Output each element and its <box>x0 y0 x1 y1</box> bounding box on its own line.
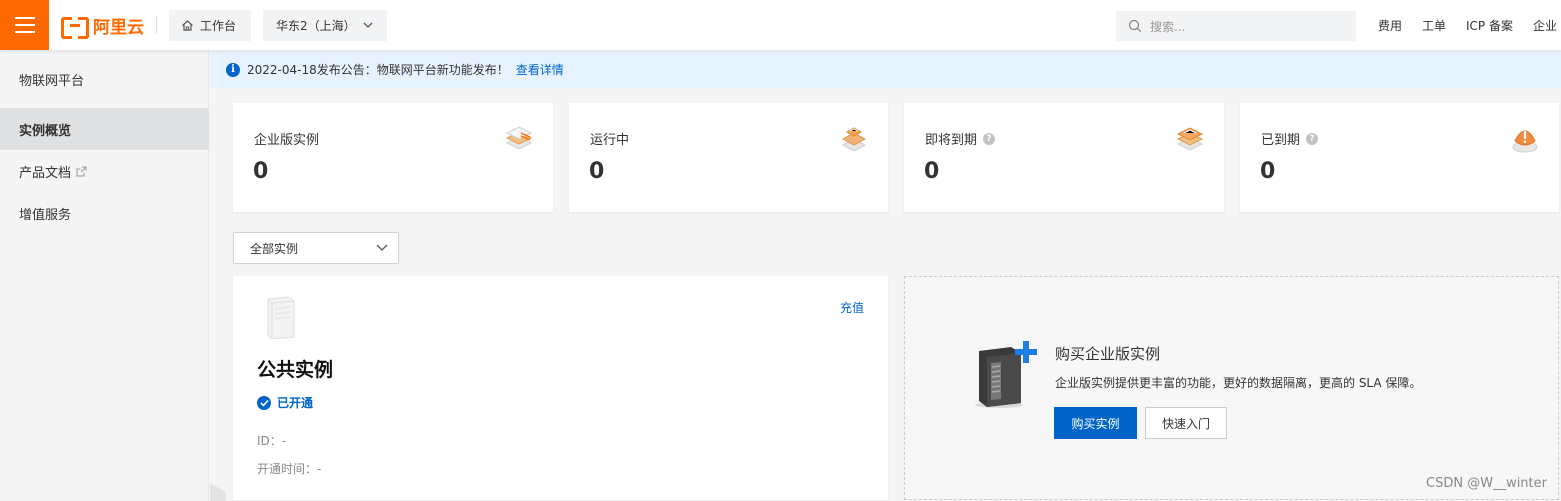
instance-filter-select[interactable]: 全部实例 <box>233 232 399 264</box>
quickstart-button[interactable]: 快速入门 <box>1145 407 1227 439</box>
filter-value: 全部实例 <box>250 241 299 256</box>
watermark: CSDN @W__winter <box>1426 476 1547 491</box>
buy-instance-button[interactable]: 购买实例 <box>1054 407 1137 439</box>
instance-open-time: 开通时间：- <box>257 462 322 476</box>
help-icon[interactable]: ? <box>983 132 996 145</box>
info-icon: i <box>226 62 240 77</box>
search-box[interactable]: 搜索... <box>1116 11 1356 41</box>
workbench-button[interactable]: 工作台 <box>169 10 251 41</box>
stat-value: 0 <box>589 159 605 184</box>
stat-card-enterprise: 企业版实例 0 <box>233 103 553 212</box>
stat-value: 0 <box>924 159 940 184</box>
region-label: 华东2（上海） <box>276 19 356 33</box>
stat-label: 已到期? <box>1261 129 1319 148</box>
stat-label-text: 运行中 <box>590 133 630 148</box>
search-icon <box>1128 19 1142 33</box>
announcement-text: 2022-04-18发布公告：物联网平台新功能发布！ <box>247 63 509 77</box>
buy-card-description: 企业版实例提供更丰富的功能，更好的数据隔离，更高的 SLA 保障。 <box>1055 376 1422 390</box>
stat-label-text: 已到期 <box>1261 133 1301 148</box>
logo-mark <box>61 15 89 39</box>
instance-name: 公共实例 <box>257 359 334 381</box>
stat-label-text: 企业版实例 <box>254 133 320 148</box>
server-add-icon <box>975 341 1037 408</box>
home-icon <box>182 20 193 31</box>
sidebar-title: 物联网平台 <box>19 74 85 89</box>
logo-text: 阿里云 <box>93 17 144 38</box>
stat-value: 0 <box>1260 159 1276 184</box>
running-stack-icon <box>841 127 867 152</box>
aliyun-logo[interactable]: 阿里云 <box>61 14 144 39</box>
stat-card-expired: 已到期? 0 <box>1240 103 1559 212</box>
nav-enterprise[interactable]: 企业 <box>1533 0 1557 50</box>
search-input[interactable]: 搜索... <box>1150 18 1185 35</box>
sidebar-item-label: 增值服务 <box>19 207 72 223</box>
external-link-icon <box>76 166 87 176</box>
sidebar-collapse-handle[interactable] <box>210 483 226 501</box>
stat-label: 即将到期? <box>925 129 996 148</box>
stat-label: 企业版实例 <box>254 129 319 148</box>
stat-label: 运行中 <box>590 129 629 148</box>
public-instance-card: 充值 公共实例 已开通 ID：- 开通时间：- <box>233 276 888 500</box>
stat-label-text: 即将到期 <box>925 133 978 148</box>
buy-enterprise-card: 购买企业版实例 企业版实例提供更丰富的功能，更好的数据隔离，更高的 SLA 保障… <box>904 276 1559 500</box>
expiring-stack-icon <box>1176 127 1204 151</box>
help-icon[interactable]: ? <box>1306 132 1319 145</box>
announcement-bar: i 2022-04-18发布公告：物联网平台新功能发布！ 查看详情 <box>210 51 1561 88</box>
instance-id: ID：- <box>257 434 287 448</box>
sidebar-item-docs[interactable]: 产品文档 <box>0 150 209 192</box>
stack-icon <box>505 126 533 150</box>
menu-icon[interactable] <box>0 0 49 50</box>
chevron-down-icon <box>376 244 388 251</box>
stat-card-running: 运行中 0 <box>569 103 888 212</box>
stat-value: 0 <box>253 159 269 184</box>
check-circle-icon <box>257 395 271 410</box>
divider <box>156 16 157 34</box>
nav-icp[interactable]: ICP 备案 <box>1466 0 1513 50</box>
nav-billing[interactable]: 费用 <box>1378 0 1402 50</box>
expired-alert-icon <box>1512 130 1538 153</box>
top-bar: 阿里云 工作台 华东2（上海） 搜索... 费用 工单 ICP 备案 企业 <box>0 0 1561 50</box>
workbench-label: 工作台 <box>200 19 237 33</box>
stat-card-expiring: 即将到期? 0 <box>904 103 1224 212</box>
sidebar-item-label: 实例概览 <box>19 123 72 139</box>
chevron-down-icon <box>363 22 373 28</box>
sidebar-item-value-added[interactable]: 增值服务 <box>0 192 209 234</box>
announcement-link[interactable]: 查看详情 <box>516 61 564 78</box>
sidebar: 物联网平台 实例概览 产品文档 增值服务 <box>0 50 209 501</box>
status-text: 已开通 <box>277 396 314 410</box>
nav-ticket[interactable]: 工单 <box>1422 0 1446 50</box>
sidebar-item-overview[interactable]: 实例概览 <box>0 108 209 150</box>
sidebar-item-label: 产品文档 <box>19 165 72 181</box>
recharge-link[interactable]: 充值 <box>840 299 864 316</box>
server-icon <box>267 296 295 339</box>
region-selector[interactable]: 华东2（上海） <box>263 10 387 41</box>
buy-card-title: 购买企业版实例 <box>1055 345 1161 363</box>
status-badge: 已开通 <box>257 394 313 411</box>
